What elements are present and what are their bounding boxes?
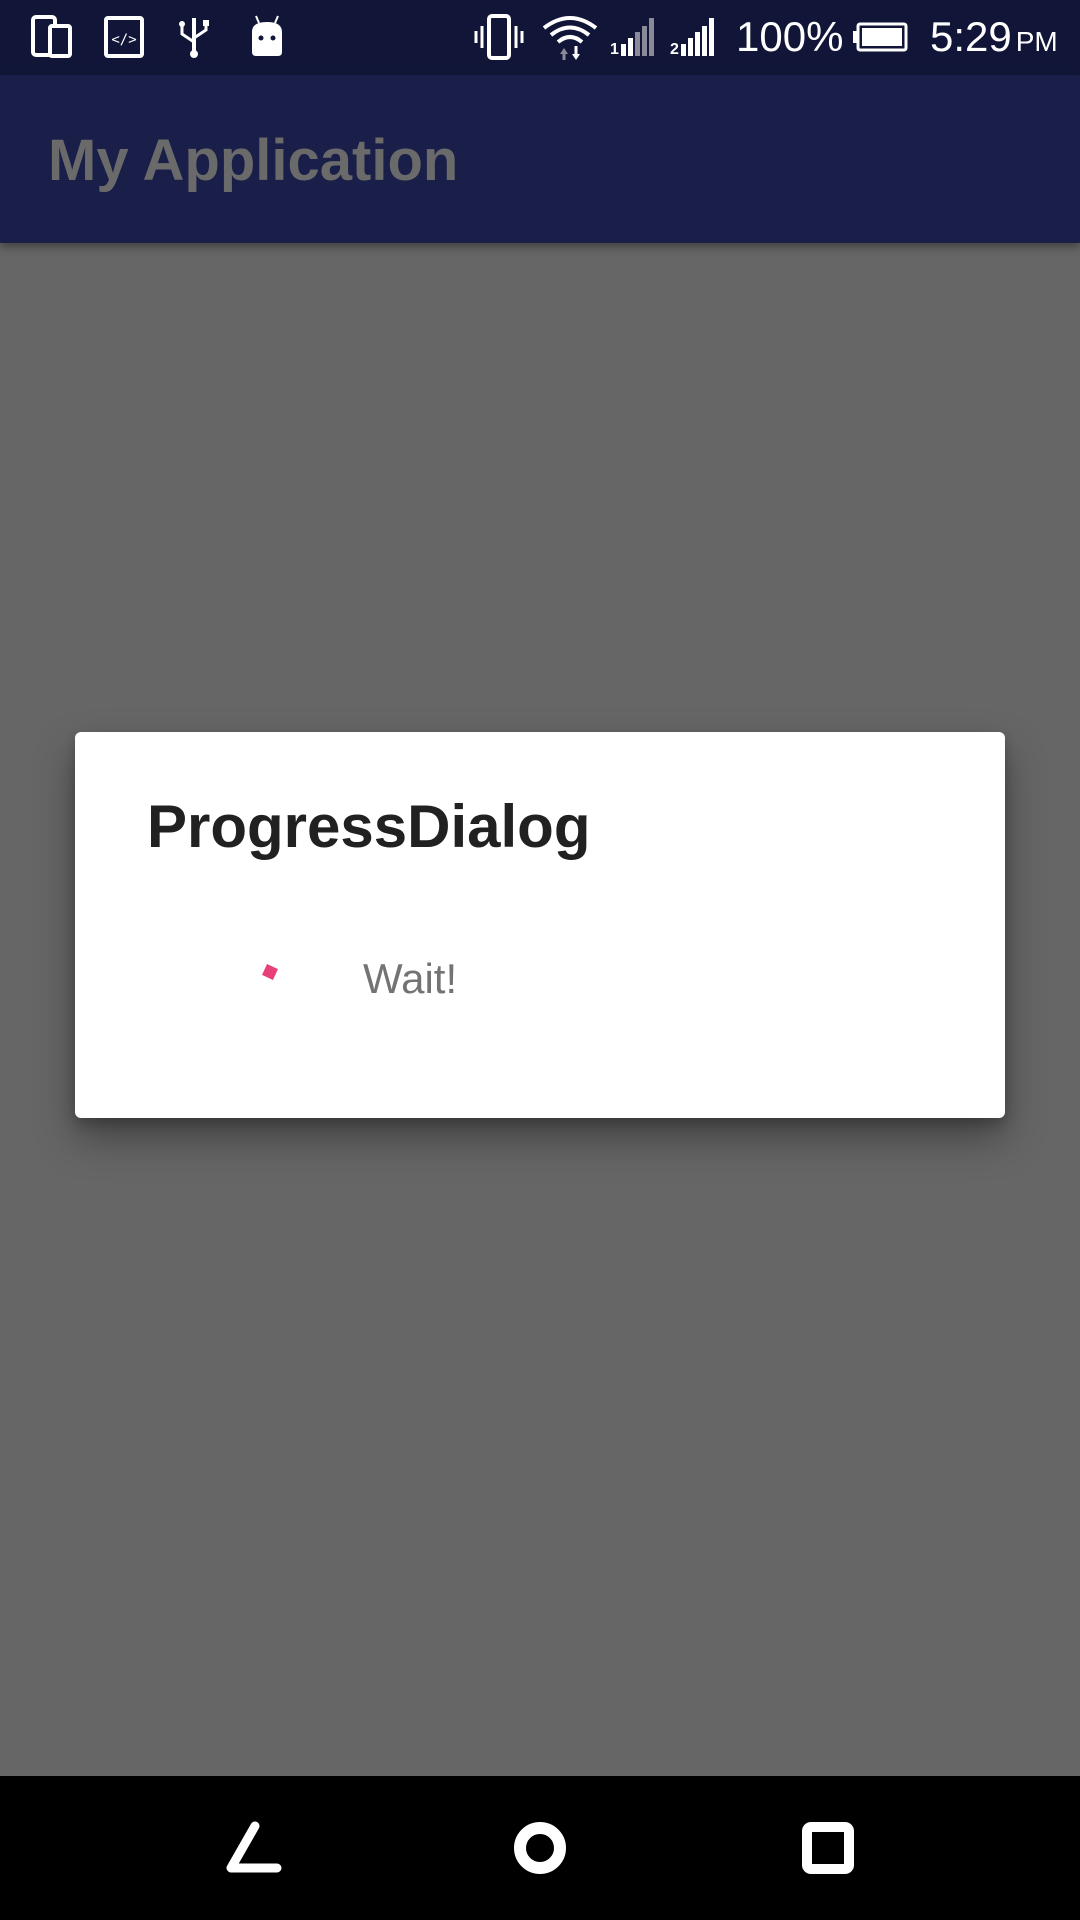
navigation-bar: [0, 1776, 1080, 1920]
recents-button[interactable]: [778, 1798, 878, 1898]
battery-percent: 100%: [736, 13, 844, 60]
dialog-message: Wait!: [363, 955, 458, 1002]
clock-ampm: PM: [1015, 26, 1058, 57]
recents-icon: [802, 1822, 854, 1874]
back-button[interactable]: [203, 1798, 303, 1898]
svg-text:2: 2: [670, 41, 679, 58]
device-icon: [31, 15, 72, 58]
app-title: My Application: [48, 128, 459, 193]
progress-spinner-icon: [262, 964, 278, 980]
screen: </> 1 2 100% 5:29 PM My Application Prog…: [0, 0, 1080, 1920]
signal-2-icon: 2: [670, 18, 714, 58]
wifi-icon: [542, 16, 598, 60]
code-icon: </>: [104, 16, 144, 58]
home-button[interactable]: [490, 1798, 590, 1898]
clock-time: 5:29: [930, 13, 1012, 60]
dialog-title: ProgressDialog: [147, 793, 591, 860]
progress-dialog: ProgressDialog Wait!: [75, 732, 1005, 1118]
vibrate-icon: [474, 14, 524, 60]
back-icon: [226, 1821, 282, 1873]
usb-icon: [179, 18, 209, 58]
app-bar: My Application: [0, 75, 1080, 243]
android-icon: [252, 15, 282, 56]
svg-text:1: 1: [610, 41, 619, 58]
battery-icon: [853, 22, 908, 52]
svg-text:</>: </>: [111, 32, 136, 48]
home-icon: [514, 1822, 566, 1874]
status-bar: </> 1 2 100% 5:29 PM: [0, 0, 1080, 75]
clock: 5:29 PM: [930, 12, 1058, 67]
signal-1-icon: 1: [610, 18, 654, 58]
